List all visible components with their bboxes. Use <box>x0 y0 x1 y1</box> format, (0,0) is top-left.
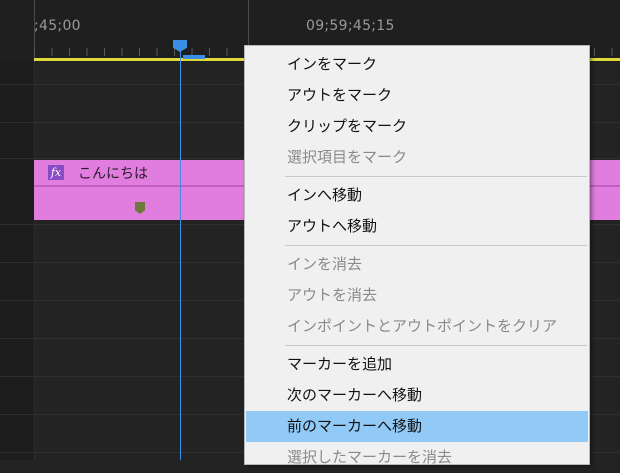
menu-item-go-to-out[interactable]: アウトへ移動 <box>246 211 588 242</box>
marker-flag-icon[interactable] <box>183 55 205 59</box>
menu-item-add-marker[interactable]: マーカーを追加 <box>246 349 588 380</box>
ruler-timecode: ;45;00 <box>34 18 81 34</box>
menu-separator <box>285 245 587 246</box>
menu-item-mark-clip[interactable]: クリップをマーク <box>246 111 588 142</box>
menu-item-go-to-next-marker[interactable]: 次のマーカーへ移動 <box>246 380 588 411</box>
fx-badge-icon[interactable]: fx <box>48 165 64 180</box>
menu-item-clear-in: インを消去 <box>287 255 363 273</box>
context-menu: インをマーク アウトをマーク クリップをマーク 選択項目をマーク インへ移動 ア… <box>244 45 590 466</box>
menu-separator <box>285 345 587 346</box>
clip-name: こんにちは <box>78 166 148 182</box>
menu-separator <box>285 176 587 177</box>
playhead-line[interactable] <box>180 48 181 460</box>
ruler-timecode: 09;59;45;15 <box>306 18 395 34</box>
menu-item-mark-out[interactable]: アウトをマーク <box>246 80 588 111</box>
menu-item-clear-out: アウトを消去 <box>287 286 378 304</box>
menu-item-go-to-previous-marker[interactable]: 前のマーカーへ移動 <box>246 411 588 442</box>
menu-item-mark-in[interactable]: インをマーク <box>246 49 588 80</box>
clip-marker-icon[interactable] <box>135 202 145 214</box>
menu-item-mark-selection: 選択項目をマーク <box>287 148 408 166</box>
menu-item-go-to-in[interactable]: インへ移動 <box>246 180 588 211</box>
menu-item-clear-in-and-out: インポイントとアウトポイントをクリア <box>287 317 558 335</box>
menu-item-clear-selected-marker: 選択したマーカーを消去 <box>287 448 453 466</box>
